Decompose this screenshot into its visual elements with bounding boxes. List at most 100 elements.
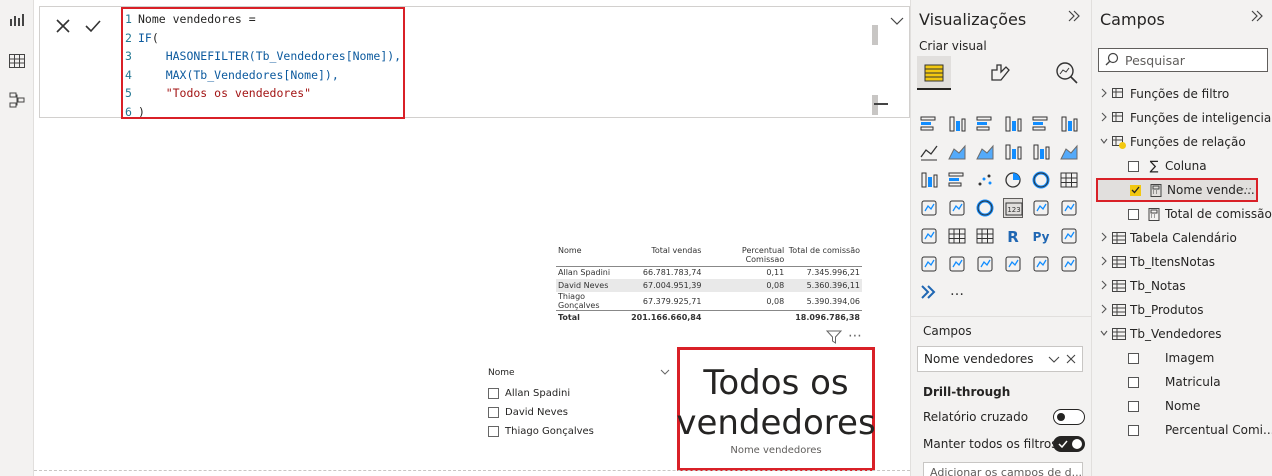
checkbox-checked[interactable]	[1130, 184, 1141, 196]
table-visual[interactable]: Nome Total vendas Percentual Comissao To…	[556, 246, 862, 326]
code-line[interactable]: 5 "Todos os vendedores"	[123, 84, 403, 103]
ribbon-chart-icon[interactable]	[1059, 142, 1079, 162]
area-chart-icon[interactable]	[947, 142, 967, 162]
code-line[interactable]: 3 HASONEFILTER(Tb_Vendedores[Nome]),	[123, 47, 403, 66]
arcgis-icon[interactable]	[1031, 254, 1051, 274]
funnel-icon[interactable]	[947, 170, 967, 190]
editor-scrollbar-thumb-bottom[interactable]	[872, 95, 878, 115]
table-header[interactable]: Nome	[556, 246, 629, 266]
filled-map-icon[interactable]	[947, 198, 967, 218]
chevron-down-icon[interactable]	[1048, 353, 1060, 367]
card-icon[interactable]: 123	[1003, 198, 1023, 218]
checkbox[interactable]	[1128, 208, 1139, 220]
table-header[interactable]: Total de comissão	[786, 246, 862, 266]
analytics-tab-icon[interactable]	[1054, 60, 1080, 86]
build-visual-tab-icon[interactable]	[917, 56, 951, 90]
slicer-visual[interactable]: Nome Allan Spadini David Neves Thiago Go…	[488, 368, 674, 448]
editor-scrollbar-thumb[interactable]	[872, 25, 878, 45]
chevron-right-icon[interactable]	[1100, 88, 1110, 101]
line-clustered-icon[interactable]	[1031, 142, 1051, 162]
multirow-card-icon[interactable]	[1031, 198, 1051, 218]
checkbox[interactable]	[1128, 400, 1139, 412]
more-visuals-icon[interactable]: …	[947, 282, 967, 302]
100-column-icon[interactable]	[1059, 114, 1079, 134]
table-node[interactable]: Funções de relação	[1100, 130, 1246, 154]
qa-icon[interactable]	[947, 254, 967, 274]
line-column-icon[interactable]	[1003, 142, 1023, 162]
field-item[interactable]: Percentual Comi...	[1128, 418, 1272, 442]
pie-chart-icon[interactable]	[1003, 170, 1023, 190]
remove-field-icon[interactable]	[1066, 353, 1076, 367]
checkbox[interactable]	[488, 426, 499, 437]
format-visual-tab-icon[interactable]	[987, 60, 1013, 86]
power-apps-icon[interactable]	[1059, 254, 1079, 274]
table-view-icon[interactable]	[5, 49, 29, 73]
cancel-icon[interactable]	[50, 13, 76, 39]
chevron-right-icon[interactable]	[1100, 136, 1110, 149]
field-item[interactable]: Nome	[1128, 394, 1200, 418]
code-line[interactable]: 2 IF(	[123, 29, 403, 48]
key-influencers-icon[interactable]	[1059, 226, 1079, 246]
table-header[interactable]: Percentual Comissao	[703, 246, 786, 266]
checkbox[interactable]	[488, 388, 499, 399]
narrative-icon[interactable]	[975, 254, 995, 274]
clustered-column-icon[interactable]	[1003, 114, 1023, 134]
fields-search-box[interactable]: Pesquisar	[1098, 48, 1268, 72]
line-chart-icon[interactable]	[919, 142, 939, 162]
checkbox[interactable]	[1128, 352, 1139, 364]
filter-icon[interactable]	[825, 330, 843, 347]
cross-report-toggle[interactable]	[1053, 409, 1085, 425]
checkbox[interactable]	[1128, 376, 1139, 388]
more-options-icon[interactable]: ⋯	[1241, 182, 1252, 195]
keep-filters-toggle[interactable]	[1053, 436, 1085, 452]
chevron-right-icon[interactable]	[1100, 328, 1110, 341]
waterfall-icon[interactable]	[919, 170, 939, 190]
table-header[interactable]: Total vendas	[629, 246, 703, 266]
100-bar-icon[interactable]	[1031, 114, 1051, 134]
collapse-pane-icon[interactable]	[1067, 10, 1081, 26]
chevron-right-icon[interactable]	[1100, 232, 1110, 245]
paginated-report-icon[interactable]	[1003, 254, 1023, 274]
stacked-area-icon[interactable]	[975, 142, 995, 162]
checkbox[interactable]	[488, 407, 499, 418]
slicer-item[interactable]: David Neves	[488, 403, 674, 422]
slicer-chevron-down-icon[interactable]	[660, 368, 670, 384]
matrix-icon[interactable]	[975, 226, 995, 246]
field-item-nome-vendedores[interactable]: Nome vende... ⋯	[1096, 178, 1258, 202]
field-item-total-comissao[interactable]: Total de comissão	[1128, 202, 1272, 226]
table-node[interactable]: Tb_Notas	[1100, 274, 1186, 298]
field-item[interactable]: Imagem	[1128, 346, 1214, 370]
python-visual-icon[interactable]: Py	[1031, 226, 1051, 246]
field-item-coluna[interactable]: ∑ Coluna	[1128, 154, 1207, 178]
clustered-bar-icon[interactable]	[975, 114, 995, 134]
stacked-column-icon[interactable]	[947, 114, 967, 134]
kpi-icon[interactable]	[1059, 198, 1079, 218]
slicer-icon[interactable]	[919, 226, 939, 246]
chevron-right-icon[interactable]	[1100, 304, 1110, 317]
scatter-icon[interactable]	[975, 170, 995, 190]
table-node[interactable]: Funções de filtro	[1100, 82, 1229, 106]
code-line[interactable]: 1 Nome vendedores =	[123, 10, 403, 29]
report-view-icon[interactable]	[5, 8, 29, 32]
power-automate-icon[interactable]	[919, 282, 939, 302]
table-icon[interactable]	[947, 226, 967, 246]
table-node[interactable]: Tb_Produtos	[1100, 298, 1204, 322]
decomposition-tree-icon[interactable]	[919, 254, 939, 274]
code-line[interactable]: 6)	[123, 103, 403, 118]
slicer-item[interactable]: Thiago Gonçalves	[488, 422, 674, 441]
field-well-item[interactable]: Nome vendedores	[917, 346, 1083, 372]
gauge-icon[interactable]	[975, 198, 995, 218]
field-item[interactable]: Matricula	[1128, 370, 1221, 394]
more-options-icon[interactable]: ⋯	[848, 328, 862, 344]
table-node[interactable]: Funções de inteligencia...	[1100, 106, 1272, 130]
slicer-item[interactable]: Allan Spadini	[488, 384, 674, 403]
stacked-bar-icon[interactable]	[919, 114, 939, 134]
model-view-icon[interactable]	[5, 88, 29, 112]
table-node[interactable]: Tb_ItensNotas	[1100, 250, 1215, 274]
collapse-pane-icon[interactable]	[1250, 10, 1264, 26]
table-node[interactable]: Tb_Vendedores	[1100, 322, 1221, 346]
donut-chart-icon[interactable]	[1031, 170, 1051, 190]
code-line[interactable]: 4 MAX(Tb_Vendedores[Nome]),	[123, 66, 403, 85]
map-icon[interactable]	[919, 198, 939, 218]
dax-code-editor[interactable]: 1 Nome vendedores = 2 IF(3 HASONEFILTER(Tb_…	[121, 7, 405, 119]
